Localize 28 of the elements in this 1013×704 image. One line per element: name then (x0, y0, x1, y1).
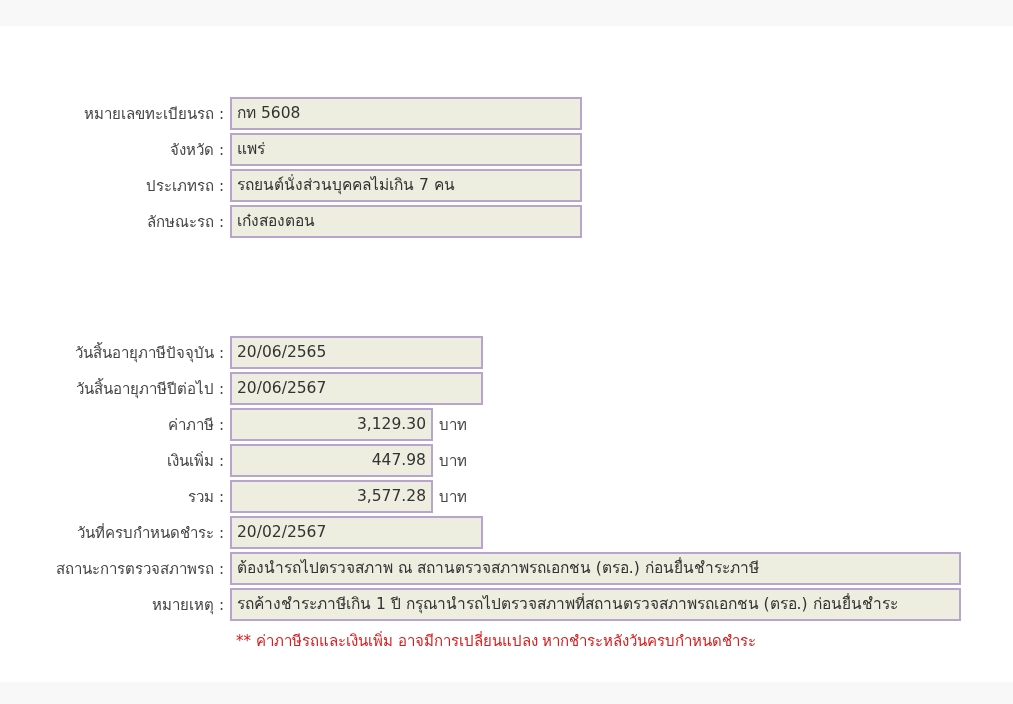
value-field[interactable]: 20/06/2567 (230, 372, 483, 405)
field-label: วันสิ้นอายุภาษีปีต่อไป : (75, 377, 225, 401)
value-field[interactable]: กท 5608 (230, 97, 582, 130)
value-field[interactable]: 3,577.28 (230, 480, 433, 513)
value-field[interactable]: ต้องนำรถไปตรวจสภาพ ณ สถานตรวจสภาพรถเอกชน (ตรอ.) ก่อนยื่นชำระภาษี (230, 552, 961, 585)
field-label: หมายเลขทะเบียนรถ : (83, 103, 225, 125)
value-field[interactable]: เก๋งสองตอน (230, 205, 582, 238)
warning-note: ** ค่าภาษีรถและเงินเพิ่ม อาจมีการเปลี่ยนแปลง หากชำระหลังวันครบกำหนดชำระ (236, 630, 757, 652)
value-field[interactable]: 20/02/2567 (230, 516, 483, 549)
field-label: จังหวัด : (169, 139, 225, 161)
field-label: วันที่ครบกำหนดชำระ : (76, 522, 225, 544)
field-label: เงินเพิ่ม : (166, 450, 225, 472)
unit-label: บาท (439, 450, 467, 472)
field-label: ลักษณะรถ : (146, 211, 225, 233)
unit-label: บาท (439, 486, 467, 508)
field-label: หมายเหตุ : (151, 594, 225, 617)
value-field[interactable]: 447.98 (230, 444, 433, 477)
field-label: ค่าภาษี : (167, 414, 225, 436)
field-label: วันสิ้นอายุภาษีปัจจุบัน : (74, 341, 225, 365)
field-label: รวม : (187, 486, 225, 508)
field-label: สถานะการตรวจสภาพรถ : (55, 558, 225, 580)
value-field[interactable]: รถยนต์นั่งส่วนบุคคลไม่เกิน 7 คน (230, 169, 582, 202)
value-field[interactable]: รถค้างชำระภาษีเกิน 1 ปี กรุณานำรถไปตรวจสภาพที่สถานตรวจสภาพรถเอกชน (ตรอ.) ก่อนยื่นชำระ (230, 588, 961, 621)
value-field[interactable]: 20/06/2565 (230, 336, 483, 369)
value-field[interactable]: 3,129.30 (230, 408, 433, 441)
unit-label: บาท (439, 414, 467, 436)
field-label: ประเภทรถ : (145, 175, 225, 197)
value-field[interactable]: แพร่ (230, 133, 582, 166)
